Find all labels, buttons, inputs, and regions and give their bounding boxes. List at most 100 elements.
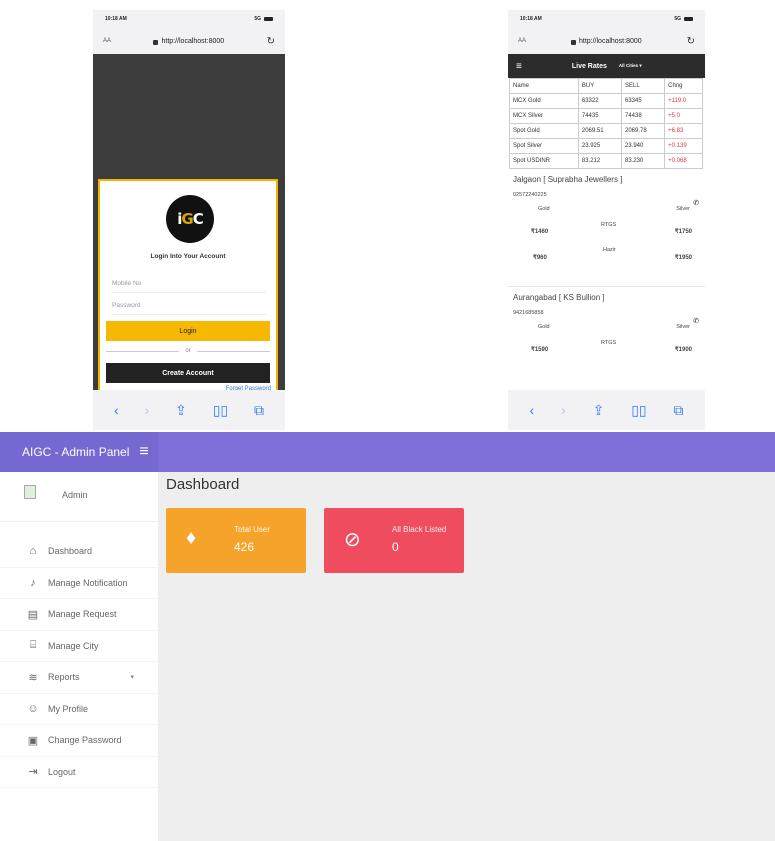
table-row: MCX Gold 63322 63345 +119.0 [509,93,703,109]
sidebar-item-request[interactable]: ▤ Manage Request [0,599,158,631]
tabs-icon[interactable]: ⧉ [674,402,684,419]
reload-icon[interactable]: ↻ [687,36,695,47]
network-label: 5G [254,16,261,22]
sidebar-item-label: Logout [48,766,76,777]
text-size-button[interactable]: AA [103,38,111,44]
diamond-icon: ♦ [186,527,197,549]
forward-icon[interactable]: › [561,402,566,418]
jeweller-name: Aurangabad [ KS Bullion ] [513,293,605,302]
browser-bottom-bar: ‹ › ⇪ ▯▯ ⧉ [93,390,285,430]
sidebar-item-city[interactable]: ⌸ Manage City [0,631,158,662]
mobile-input[interactable]: Mobile No [112,277,266,293]
cell-sell: 63345 [620,93,666,109]
sidebar-item-notification[interactable]: ♪ Manage Notification [0,568,158,599]
url-field[interactable]: http://localhost:8000 [153,38,224,45]
share-icon[interactable]: ⇪ [175,402,187,419]
lock-icon [570,39,576,45]
bookmarks-icon[interactable]: ▯▯ [213,402,228,419]
or-divider: or [106,345,270,357]
create-account-button[interactable]: Create Account [106,363,270,383]
city-icon: ⌸ [29,639,37,652]
sidebar-item-reports[interactable]: ≋ Reports ▾ [0,662,158,694]
hamburger-icon[interactable]: ≡ [139,443,148,461]
browser-bottom-bar: ‹ › ⇪ ▯▯ ⧉ [508,390,705,430]
table-row: MCX Silver 74435 74438 +5.0 [509,108,703,124]
col-header: Chng [664,78,703,94]
silver-rate: ₹1900 [674,347,692,353]
bookmarks-icon[interactable]: ▯▯ [631,402,646,419]
signal-indicator: 5G [254,16,273,22]
sidebar-item-label: Change Password [48,735,122,746]
user-blocked-icon: ⊘ [344,529,361,551]
network-label: 5G [674,16,681,22]
rate-type-label: RTGS [601,222,617,228]
gold-rate: ₹1590 [531,347,549,353]
rates-title: Live Rates [571,62,607,70]
sidebar-item-change-password[interactable]: ▣ Change Password [0,725,158,757]
table-header-row: Name BUY SELL Chng [509,78,703,94]
cell-name: MCX Gold [509,93,579,109]
lock-icon [153,39,159,45]
url-text: http://localhost:8000 [578,37,642,45]
sidebar-item-profile[interactable]: ☺ My Profile [0,694,158,725]
cell-name: MCX Silver [509,108,579,124]
share-icon[interactable]: ⇪ [593,402,605,419]
admin-name: Admin [62,490,88,500]
login-button[interactable]: Login [106,321,270,341]
rates-header: ≡ Live Rates All Cities ▾ [508,54,705,78]
silver-label: Silver [676,206,690,212]
menu-icon[interactable]: ≡ [516,61,522,72]
home-icon: ⌂ [29,545,37,558]
signal-indicator: 5G [674,16,693,22]
back-icon[interactable]: ‹ [114,402,119,418]
city-filter[interactable]: All Cities ▾ [619,63,642,69]
sidebar-item-dashboard[interactable]: ⌂ Dashboard [0,536,158,568]
total-user-card[interactable]: ♦ Total User 426 [166,508,306,573]
admin-sidebar: Admin ⌂ Dashboard ♪ Manage Notification … [0,472,158,841]
table-row: Spot Gold 2069.51 2069.78 +6.83 [509,123,703,139]
screenshot-root: 10:18 AM 5G AA http://localhost:8000 ↻ i… [0,0,775,841]
card-value: 0 [392,540,399,554]
cell-sell: 23.940 [620,138,666,154]
password-input[interactable]: Password [112,299,266,315]
tabs-icon[interactable]: ⧉ [254,402,264,419]
rates-table: Name BUY SELL Chng MCX Gold 63322 63345 … [509,78,703,169]
phone-login-screen: 10:18 AM 5G AA http://localhost:8000 ↻ i… [93,10,285,430]
gold-rate: ₹960 [533,255,547,261]
url-field[interactable]: http://localhost:8000 [570,37,642,45]
table-row: Spot USDINR 83.212 83.230 +0.068 [509,153,703,169]
status-time: 10:18 AM [105,16,127,22]
cell-name: Spot Gold [509,123,579,139]
gold-label: Gold [538,206,550,212]
jeweller-rates: Gold Silver ₹1460 RTGS ₹1750 ₹960 Hazir … [513,202,700,282]
lock-icon: ▣ [27,734,39,747]
sidebar-item-logout[interactable]: ⇥ Logout [0,757,158,788]
user-icon: ☺ [27,702,39,715]
chevron-down-icon: ▾ [130,674,134,682]
card-label: Total User [234,525,271,534]
back-icon[interactable]: ‹ [529,402,534,418]
table-row: Spot Silver 23.925 23.940 +0.139 [509,138,703,154]
sidebar-nav: ⌂ Dashboard ♪ Manage Notification ▤ Mana… [0,522,158,788]
jeweller-card: Aurangabad [ KS Bullion ] 9421685858 ✆ G… [508,287,705,390]
reports-icon: ≋ [28,671,38,684]
browser-url-bar[interactable]: AA http://localhost:8000 ↻ [508,28,705,54]
cell-change: +6.83 [664,123,703,139]
jeweller-name: Jalgaon [ Suprabha Jewellers ] [513,175,623,184]
forward-icon[interactable]: › [145,402,150,418]
sidebar-item-label: Dashboard [48,546,93,557]
sidebar-item-label: Reports [48,672,80,683]
login-backdrop: iGC Login Into Your Account Mobile No Pa… [93,54,285,399]
col-header: Name [509,78,579,94]
or-label: or [185,348,191,354]
reload-icon[interactable]: ↻ [267,36,275,47]
battery-icon [684,17,693,21]
cell-name: Spot Silver [509,138,579,154]
silver-rate: ₹1750 [674,229,692,235]
browser-url-bar[interactable]: AA http://localhost:8000 ↻ [93,28,285,54]
bell-icon: ♪ [30,576,36,589]
avatar [24,485,36,499]
blacklisted-card[interactable]: ⊘ All Black Listed 0 [324,508,464,573]
jeweller-phone: 02572240225 [513,192,547,198]
text-size-button[interactable]: AA [518,38,526,44]
